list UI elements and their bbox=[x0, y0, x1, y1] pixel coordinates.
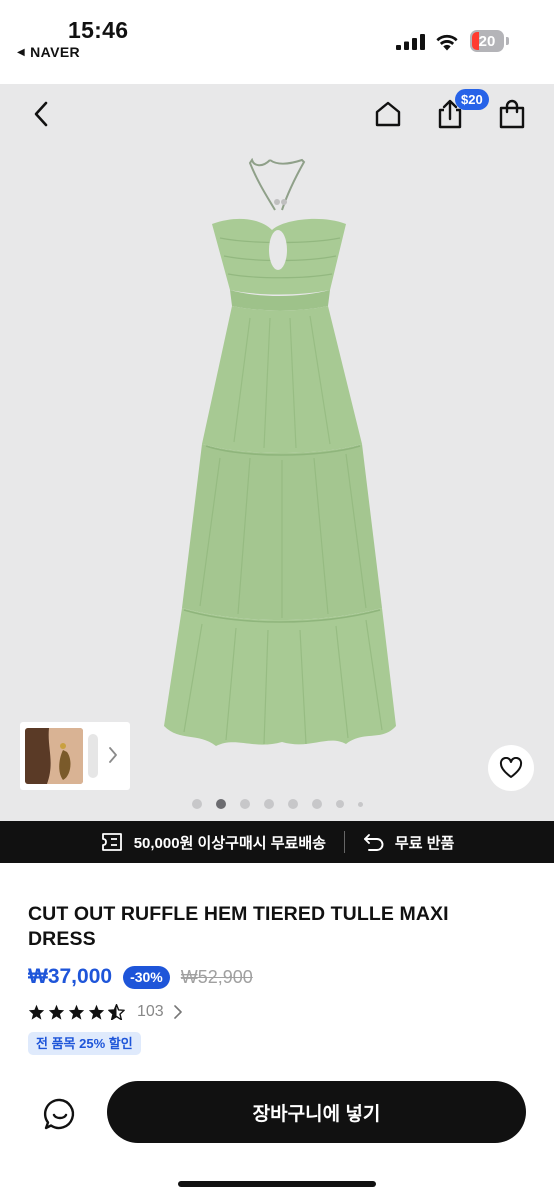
shipping-banner: 50,000원 이상구매시 무료배송 무료 반품 bbox=[0, 821, 554, 863]
back-button[interactable] bbox=[24, 96, 60, 132]
shopping-bag-icon bbox=[499, 99, 525, 129]
pagination-dot[interactable] bbox=[263, 799, 274, 809]
free-return-info: 무료 반품 bbox=[363, 832, 454, 853]
chat-icon bbox=[43, 1098, 75, 1130]
wishlist-button[interactable] bbox=[488, 745, 534, 791]
star-full-icon bbox=[88, 1004, 105, 1020]
star-full-icon bbox=[28, 1004, 45, 1020]
review-count[interactable]: 103 bbox=[137, 1003, 164, 1021]
chat-button[interactable] bbox=[38, 1092, 82, 1136]
pagination-dot[interactable] bbox=[335, 800, 344, 808]
home-button[interactable] bbox=[370, 96, 406, 132]
back-triangle-icon: ◀ bbox=[17, 46, 26, 58]
product-image bbox=[164, 158, 396, 746]
pagination-dot[interactable] bbox=[239, 799, 250, 809]
pagination-dot[interactable] bbox=[311, 799, 322, 809]
share-reward-badge[interactable]: $20 bbox=[455, 89, 489, 110]
star-half-icon bbox=[108, 1004, 125, 1020]
status-time: 15:46 bbox=[68, 17, 129, 43]
cellular-signal-icon bbox=[396, 34, 425, 50]
price-row: ₩37,000 -30% ₩52,900 bbox=[28, 965, 253, 989]
battery-tip bbox=[506, 37, 509, 45]
heart-icon bbox=[499, 757, 523, 778]
product-gallery[interactable]: $20 bbox=[0, 84, 554, 821]
star-rating bbox=[28, 1004, 125, 1020]
back-app-label: NAVER bbox=[30, 44, 81, 60]
pagination-dot[interactable] bbox=[357, 801, 363, 807]
add-to-cart-button[interactable]: 장바구니에 넣기 bbox=[107, 1081, 526, 1143]
back-to-app-link[interactable]: ◀ NAVER bbox=[17, 44, 80, 60]
product-title: CUT OUT RUFFLE HEM TIERED TULLE MAXI DRE… bbox=[28, 903, 449, 950]
status-bar: 15:46 ◀ NAVER 20 bbox=[0, 0, 554, 84]
discount-badge: -30% bbox=[123, 965, 170, 989]
star-full-icon bbox=[68, 1004, 85, 1020]
banner-divider bbox=[343, 831, 345, 853]
wifi-icon bbox=[436, 34, 458, 51]
sale-price: ₩37,000 bbox=[28, 965, 113, 988]
return-icon bbox=[363, 834, 384, 851]
pagination-dot-active[interactable] bbox=[215, 799, 226, 809]
free-shipping-text: 50,000원 이상구매시 무료배송 bbox=[133, 834, 326, 852]
battery-level: 20 bbox=[478, 32, 496, 50]
related-thumbnail-card[interactable] bbox=[20, 722, 130, 790]
free-return-text: 무료 반품 bbox=[394, 834, 455, 852]
shipping-icon bbox=[101, 833, 122, 851]
pagination-dot[interactable] bbox=[191, 799, 202, 809]
battery-body: 20 bbox=[470, 30, 504, 52]
home-icon bbox=[375, 101, 401, 127]
promo-badge: 전 품목 25% 할인 bbox=[28, 1032, 141, 1055]
star-full-icon bbox=[48, 1004, 65, 1020]
battery-indicator: 20 bbox=[470, 30, 510, 52]
free-shipping-info: 50,000원 이상구매시 무료배송 bbox=[100, 832, 326, 853]
chevron-right-icon[interactable] bbox=[106, 744, 120, 766]
original-price: ₩52,900 bbox=[180, 966, 253, 987]
thumbnail-scrollbar[interactable] bbox=[88, 734, 98, 778]
chevron-right-icon[interactable] bbox=[173, 1004, 183, 1020]
back-icon bbox=[34, 101, 48, 127]
rating-row[interactable]: 103 bbox=[28, 1003, 183, 1021]
pagination-dot[interactable] bbox=[287, 799, 298, 809]
thumbnail-image[interactable] bbox=[25, 728, 83, 784]
gallery-pagination bbox=[0, 797, 554, 811]
shopping-bag-button[interactable] bbox=[494, 96, 530, 132]
home-indicator[interactable] bbox=[178, 1181, 376, 1187]
